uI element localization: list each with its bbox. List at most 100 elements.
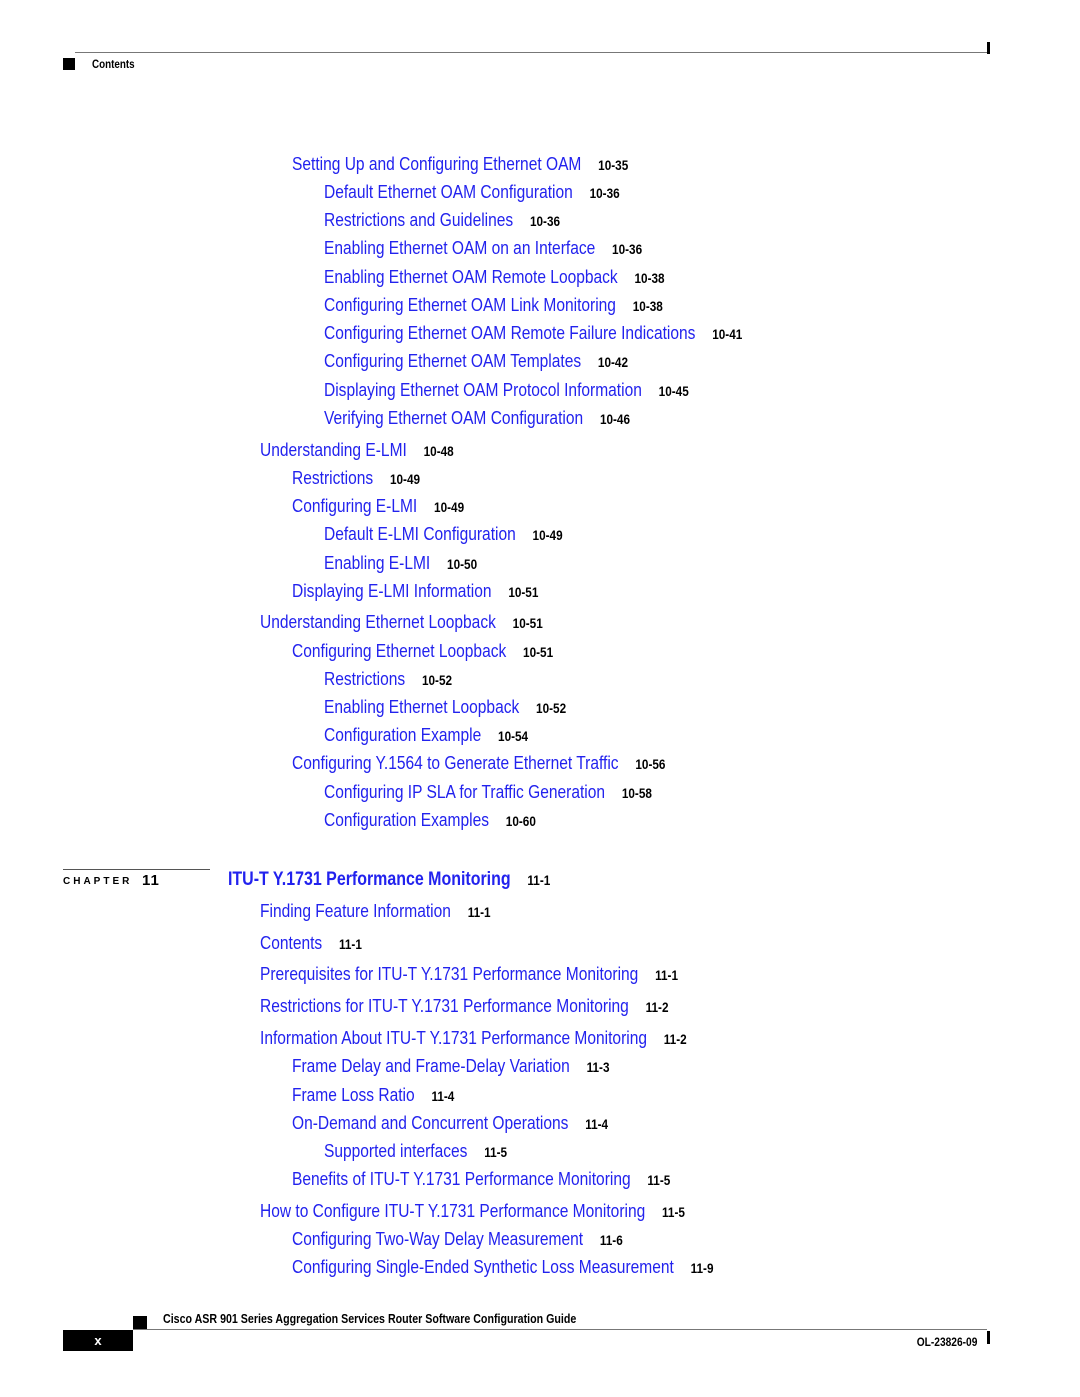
toc-entry[interactable]: Enabling E-LMI 10-50: [324, 552, 477, 575]
toc-entry[interactable]: Configuring Y.1564 to Generate Ethernet …: [292, 752, 665, 775]
toc-entry[interactable]: Configuring E-LMI 10-49: [292, 495, 464, 518]
toc-page-number: 11-4: [431, 1088, 455, 1104]
toc-entry[interactable]: Understanding Ethernet Loopback 10-51: [260, 611, 543, 634]
toc-page-number: 10-51: [523, 644, 554, 660]
chapter-rule: [63, 869, 210, 870]
toc-entry-link[interactable]: Displaying E-LMI Information: [292, 580, 492, 601]
toc-entry-link[interactable]: Configuring Ethernet OAM Remote Failure …: [324, 322, 695, 343]
toc-page-number: 11-2: [645, 999, 669, 1015]
toc-entry-link[interactable]: Enabling Ethernet Loopback: [324, 696, 519, 717]
toc-entry[interactable]: Restrictions and Guidelines 10-36: [324, 209, 560, 232]
toc-entry[interactable]: Benefits of ITU-T Y.1731 Performance Mon…: [292, 1168, 670, 1191]
toc-entry[interactable]: How to Configure ITU-T Y.1731 Performanc…: [260, 1200, 685, 1223]
toc-entry-link[interactable]: Understanding Ethernet Loopback: [260, 611, 496, 632]
toc-entry[interactable]: Restrictions 10-49: [292, 467, 420, 490]
toc-entry-link[interactable]: Verifying Ethernet OAM Configuration: [324, 407, 583, 428]
toc-entry-link[interactable]: How to Configure ITU-T Y.1731 Performanc…: [260, 1200, 645, 1221]
toc-page-number: 10-52: [536, 700, 567, 716]
toc-entry-link[interactable]: Information About ITU-T Y.1731 Performan…: [260, 1027, 647, 1048]
toc-chapter-entry[interactable]: ITU-T Y.1731 Performance Monitoring 11-1: [228, 868, 550, 891]
toc-entry-link[interactable]: Configuring IP SLA for Traffic Generatio…: [324, 781, 605, 802]
toc-entry-link[interactable]: Configuring Ethernet Loopback: [292, 640, 506, 661]
footer-page-number: x: [63, 1330, 133, 1351]
toc-entry[interactable]: Default E-LMI Configuration 10-49: [324, 523, 563, 546]
toc-entry-link[interactable]: Configuring Single-Ended Synthetic Loss …: [292, 1256, 674, 1277]
toc-entry[interactable]: Enabling Ethernet Loopback 10-52: [324, 696, 566, 719]
toc-page-number: 10-36: [529, 213, 561, 229]
toc-entry[interactable]: Restrictions 10-52: [324, 668, 452, 691]
toc-page-number: 10-49: [434, 499, 465, 515]
toc-entry-link[interactable]: Default Ethernet OAM Configuration: [324, 181, 573, 202]
toc-entry[interactable]: Displaying Ethernet OAM Protocol Informa…: [324, 379, 689, 402]
toc-entry[interactable]: Configuration Examples 10-60: [324, 809, 536, 832]
toc-entry-link[interactable]: Enabling Ethernet OAM on an Interface: [324, 237, 595, 258]
toc-entry-link[interactable]: Contents: [260, 932, 322, 953]
toc-entry[interactable]: Configuring Ethernet OAM Remote Failure …: [324, 322, 742, 345]
toc-entry-link[interactable]: Configuring E-LMI: [292, 495, 417, 516]
toc-entry-link[interactable]: Configuration Examples: [324, 809, 489, 830]
toc-entry-link[interactable]: Configuring Ethernet OAM Link Monitoring: [324, 294, 616, 315]
toc-entry[interactable]: Enabling Ethernet OAM Remote Loopback 10-…: [324, 266, 665, 289]
toc-entry[interactable]: Configuring Ethernet OAM Templates 10-42: [324, 350, 628, 373]
toc-page-number: 10-58: [621, 785, 652, 801]
toc-entry[interactable]: Restrictions for ITU-T Y.1731 Performanc…: [260, 995, 669, 1018]
toc-entry[interactable]: Configuring Single-Ended Synthetic Loss …: [292, 1256, 714, 1279]
toc-page-number: 11-3: [586, 1059, 610, 1075]
footer-rule: [133, 1329, 987, 1330]
toc-entry[interactable]: Configuring Two-Way Delay Measurement 11-…: [292, 1228, 623, 1251]
footer-doc-number: OL-23826-09: [916, 1335, 977, 1349]
toc-entry-link[interactable]: Configuring Ethernet OAM Templates: [324, 350, 581, 371]
toc-entry[interactable]: Understanding E-LMI 10-48: [260, 439, 454, 462]
chapter-label: CHAPTER: [63, 876, 133, 887]
toc-entry-link[interactable]: Frame Delay and Frame-Delay Variation: [292, 1055, 570, 1076]
toc-entry-link[interactable]: Setting Up and Configuring Ethernet OAM: [292, 153, 581, 174]
toc-entry-link[interactable]: Default E-LMI Configuration: [324, 523, 516, 544]
toc-page-number: 10-42: [597, 354, 629, 370]
toc-entry[interactable]: Contents 11-1: [260, 932, 362, 955]
toc-entry-link[interactable]: ITU-T Y.1731 Performance Monitoring: [228, 869, 511, 890]
toc-page-number: 11-5: [484, 1144, 508, 1160]
toc-page-number: 10-52: [421, 672, 453, 688]
toc-entry[interactable]: Prerequisites for ITU-T Y.1731 Performan…: [260, 963, 678, 986]
toc-entry[interactable]: Frame Loss Ratio 11-4: [292, 1084, 454, 1107]
toc-entry-link[interactable]: Finding Feature Information: [260, 900, 451, 921]
toc-entry[interactable]: Enabling Ethernet OAM on an Interface 10-…: [324, 237, 642, 260]
footer-guide-title: Cisco ASR 901 Series Aggregation Service…: [163, 1311, 577, 1326]
toc-entry-link[interactable]: On-Demand and Concurrent Operations: [292, 1112, 568, 1133]
toc-entry[interactable]: Configuring IP SLA for Traffic Generatio…: [324, 781, 652, 804]
toc-page-number: 11-5: [647, 1172, 671, 1188]
toc-entry[interactable]: Frame Delay and Frame-Delay Variation 11-…: [292, 1055, 610, 1078]
toc-page-number: 10-45: [658, 383, 689, 399]
toc-entry-link[interactable]: Enabling E-LMI: [324, 552, 430, 573]
toc-entry[interactable]: Finding Feature Information 11-1: [260, 900, 491, 923]
toc-entry-link[interactable]: Displaying Ethernet OAM Protocol Informa…: [324, 379, 642, 400]
toc-entry[interactable]: Displaying E-LMI Information 10-51: [292, 580, 538, 603]
toc-page-number: 11-5: [662, 1204, 685, 1220]
toc-entry-link[interactable]: Prerequisites for ITU-T Y.1731 Performan…: [260, 963, 638, 984]
toc-page-number: 10-38: [632, 298, 663, 314]
toc-entry[interactable]: Configuring Ethernet OAM Link Monitoring…: [324, 294, 663, 317]
toc-entry-link[interactable]: Restrictions: [324, 668, 405, 689]
toc-entry-link[interactable]: Enabling Ethernet OAM Remote Loopback: [324, 266, 618, 287]
toc-entry[interactable]: On-Demand and Concurrent Operations 11-4: [292, 1112, 608, 1135]
toc-entry-link[interactable]: Configuring Y.1564 to Generate Ethernet …: [292, 752, 619, 773]
toc-entry-link[interactable]: Restrictions for ITU-T Y.1731 Performanc…: [260, 995, 629, 1016]
toc-entry[interactable]: Verifying Ethernet OAM Configuration 10-4…: [324, 407, 630, 430]
toc-entry-link[interactable]: Benefits of ITU-T Y.1731 Performance Mon…: [292, 1168, 631, 1189]
toc-entry-link[interactable]: Configuring Two-Way Delay Measurement: [292, 1228, 583, 1249]
toc-entry[interactable]: Information About ITU-T Y.1731 Performan…: [260, 1027, 687, 1050]
toc-entry[interactable]: Setting Up and Configuring Ethernet OAM 1…: [292, 153, 628, 176]
toc-entry-link[interactable]: Configuration Example: [324, 724, 481, 745]
toc-page-number: 11-4: [585, 1116, 609, 1132]
toc-entry-link[interactable]: Restrictions and Guidelines: [324, 209, 513, 230]
toc-entry[interactable]: Configuration Example 10-54: [324, 724, 528, 747]
toc-entry-link[interactable]: Restrictions: [292, 467, 373, 488]
toc-entry-link[interactable]: Understanding E-LMI: [260, 439, 407, 460]
toc-entry[interactable]: Default Ethernet OAM Configuration 10-36: [324, 181, 620, 204]
toc-entry-link[interactable]: Supported interfaces: [324, 1140, 467, 1161]
toc-entry[interactable]: Configuring Ethernet Loopback 10-51: [292, 640, 553, 663]
toc-entry-link[interactable]: Frame Loss Ratio: [292, 1084, 415, 1105]
toc-page-number: 11-6: [599, 1232, 623, 1248]
toc-page-number: 10-38: [634, 270, 665, 286]
toc-entry[interactable]: Supported interfaces 11-5: [324, 1140, 507, 1163]
